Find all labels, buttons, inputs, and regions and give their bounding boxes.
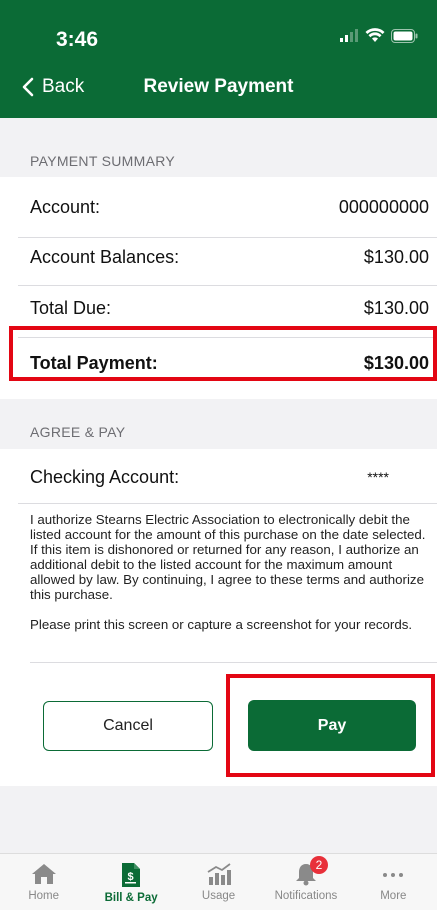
- payment-summary-heading: PAYMENT SUMMARY: [30, 153, 176, 169]
- notification-badge: 2: [309, 856, 328, 874]
- app-header: 3:46 Back Review Payment: [0, 0, 437, 118]
- more-icon: [383, 873, 404, 877]
- page-title: Review Payment: [143, 76, 294, 97]
- usage-chart-icon: [207, 863, 231, 885]
- tab-usage[interactable]: Usage: [175, 854, 262, 910]
- checking-account-label: Checking Account:: [30, 466, 180, 487]
- home-icon: [31, 864, 56, 884]
- checking-account-masked: ****: [367, 469, 389, 485]
- divider: [30, 662, 437, 663]
- status-icons: [339, 28, 419, 43]
- authorization-text: I authorize Stearns Electric Association…: [30, 512, 426, 602]
- pay-button-highlight: [226, 674, 435, 777]
- tab-more[interactable]: More: [350, 854, 437, 910]
- print-note: Please print this screen or capture a sc…: [30, 617, 413, 632]
- bill-icon: $: [122, 863, 141, 887]
- divider: [18, 503, 437, 504]
- total-payment-highlight: [9, 326, 437, 381]
- tab-home-label: Home: [28, 890, 60, 902]
- tab-more-label: More: [380, 890, 407, 902]
- total-due-value: $130.00: [363, 297, 429, 318]
- tab-bar: Home $ Bill & Pay Usage 2 Notifications: [0, 853, 437, 910]
- authorization-text-block: I authorize Stearns Electric Association…: [30, 512, 430, 632]
- agree-pay-heading: AGREE & PAY: [30, 424, 126, 440]
- account-balances-label: Account Balances:: [30, 246, 180, 267]
- checking-account-row: Checking Account: ****: [0, 449, 437, 505]
- account-balances-value: $130.00: [363, 246, 429, 267]
- account-label: Account:: [30, 196, 101, 217]
- signal-icon: [340, 28, 358, 42]
- status-time: 3:46: [56, 28, 99, 51]
- tab-bill-pay[interactable]: $ Bill & Pay: [87, 854, 174, 910]
- tab-home[interactable]: Home: [0, 854, 87, 910]
- total-due-label: Total Due:: [30, 297, 112, 318]
- wifi-icon: [365, 28, 385, 42]
- cancel-button[interactable]: Cancel: [43, 701, 213, 751]
- tab-notifications[interactable]: 2 Notifications: [262, 854, 349, 910]
- tab-bill-pay-label: Bill & Pay: [104, 892, 158, 904]
- tab-usage-label: Usage: [201, 890, 236, 902]
- battery-icon: [391, 28, 418, 43]
- svg-text:$: $: [128, 871, 134, 883]
- account-value: 000000000: [338, 196, 429, 217]
- tab-notifications-label: Notifications: [274, 890, 338, 902]
